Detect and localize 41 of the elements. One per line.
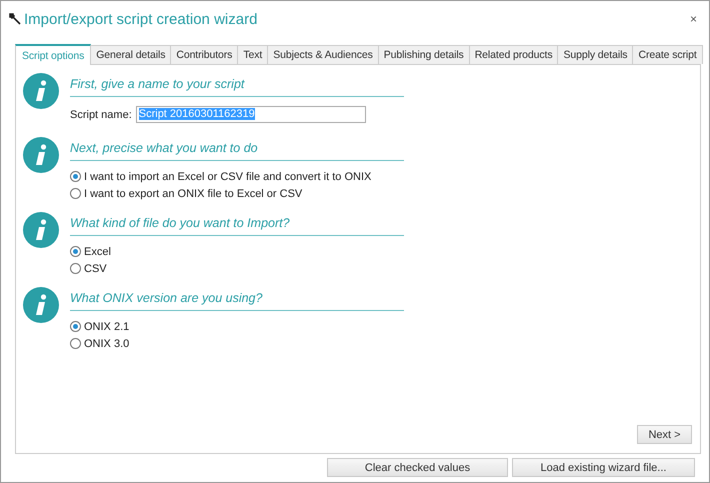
wand-icon (9, 13, 21, 25)
radio-option[interactable]: ONIX 3.0 (70, 335, 404, 352)
radio-label: CSV (84, 262, 107, 274)
info-icon (23, 73, 59, 109)
radio-button[interactable] (70, 263, 81, 274)
radio-option[interactable]: I want to import an Excel or CSV file and convert it to ONIX (70, 168, 404, 185)
info-icon (23, 212, 59, 248)
tab[interactable]: General details (90, 45, 172, 64)
section-heading: What kind of file do you want to Import? (70, 212, 404, 236)
tab[interactable]: Subjects & Audiences (267, 45, 379, 64)
radio-button[interactable] (70, 188, 81, 199)
radio-button[interactable] (70, 171, 81, 182)
field-label: Script name: (70, 108, 132, 120)
radio-option[interactable]: CSV (70, 260, 404, 277)
tab[interactable]: Supply details (557, 45, 634, 64)
radio-button[interactable] (70, 338, 81, 349)
tab[interactable]: Related products (468, 45, 558, 64)
radio-label: ONIX 2.1 (84, 320, 130, 332)
radio-option[interactable]: Excel (70, 243, 404, 260)
info-icon (23, 137, 59, 173)
section-heading: What ONIX version are you using? (70, 287, 404, 311)
radio-button[interactable] (70, 321, 81, 332)
next-button[interactable]: Next > (637, 425, 692, 444)
tab[interactable]: Contributors (170, 45, 238, 64)
tab[interactable]: Text (237, 45, 268, 64)
tab[interactable]: Publishing details (378, 45, 470, 64)
close-button[interactable]: × (690, 12, 697, 26)
radio-button[interactable] (70, 246, 81, 257)
section-heading: First, give a name to your script (70, 73, 404, 97)
radio-label: I want to import an Excel or CSV file and convert it to ONIX (84, 170, 372, 182)
footer-button[interactable]: Load existing wizard file... (512, 458, 695, 477)
tab[interactable]: Create script (632, 45, 703, 64)
radio-option[interactable]: I want to export an ONIX file to Excel or CSV (70, 185, 404, 202)
radio-label: ONIX 3.0 (84, 338, 130, 350)
info-icon (23, 287, 59, 323)
radio-option[interactable]: ONIX 2.1 (70, 318, 404, 335)
radio-label: I want to export an ONIX file to Excel or CSV (84, 188, 302, 200)
radio-label: Excel (84, 246, 111, 258)
section-heading: Next, precise what you want to do (70, 137, 404, 161)
footer-button[interactable]: Clear checked values (327, 458, 508, 477)
window-title: Import/export script creation wizard (24, 10, 258, 28)
